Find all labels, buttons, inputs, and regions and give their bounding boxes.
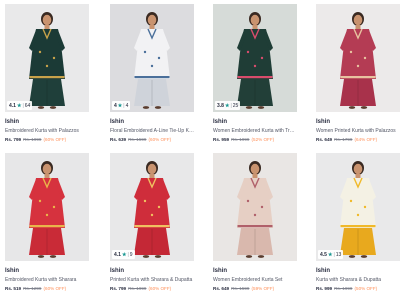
product-image[interactable]: [213, 4, 297, 112]
product-mrp: Rs. 1999: [128, 286, 147, 291]
product-image[interactable]: [213, 153, 297, 261]
product-price: Rs. 649: [316, 137, 333, 142]
rating-badge: 4 ★ | 4: [112, 101, 131, 110]
star-icon: ★: [16, 102, 22, 109]
star-icon: ★: [224, 102, 230, 109]
product-mrp: Rs. 1599: [231, 286, 250, 291]
product-price-row: Rs. 519 Rs. 1299 (60% OFF): [5, 286, 66, 291]
product-mrp: Rs. 1999: [231, 137, 250, 142]
product-price-row: Rs. 799 Rs. 1999 (60% OFF): [110, 286, 171, 291]
product-image-art: [5, 4, 89, 112]
product-image[interactable]: [316, 153, 400, 261]
rating-value: 4.5: [320, 251, 327, 258]
rating-separator: |: [127, 251, 129, 258]
star-icon: ★: [327, 251, 333, 258]
rating-badge: 4.5 ★ | 13: [318, 250, 344, 259]
product-name: Embroidered Kurta with Palazzos: [5, 128, 79, 134]
product-mrp: Rs. 1999: [334, 286, 353, 291]
product-brand: Ishin: [110, 119, 125, 125]
product-image-art: [110, 153, 194, 261]
rating-badge: 4.1 ★ | 9: [112, 250, 135, 259]
product-image-art: [316, 153, 400, 261]
product-card[interactable]: Ishin Embroidered Kurta with Sharara Rs. 5…: [5, 153, 89, 293]
product-card[interactable]: 4.5 ★ | 13 Ishin Kurta with Sharara & Dupatta…: [316, 153, 400, 293]
rating-separator: |: [123, 102, 125, 109]
product-price-row: Rs. 639 Rs. 1599 (60% OFF): [110, 137, 171, 142]
product-card[interactable]: 4.1 ★ | 9 Ishin Printed Kurta with Sharara & …: [110, 153, 194, 293]
product-discount: (52% OFF): [251, 137, 275, 142]
product-price: Rs. 959: [213, 137, 230, 142]
rating-badge: 4.1 ★ | 64: [7, 101, 33, 110]
rating-value: 4.1: [9, 102, 16, 109]
product-name: Printed Kurta with Sharara & Dupatta: [110, 277, 193, 283]
rating-value: 3.8: [217, 102, 224, 109]
rating-count: 13: [335, 251, 342, 258]
product-card[interactable]: Ishin Women Printed Kurta with Palazzos Rs…: [316, 4, 400, 144]
rating-value: 4: [114, 102, 117, 109]
product-brand: Ishin: [110, 268, 125, 274]
product-price: Rs. 519: [5, 286, 22, 291]
product-mrp: Rs. 1299: [23, 286, 42, 291]
product-discount: (60% OFF): [148, 137, 172, 142]
product-name: Women Embroidered Kurta with Trousers: [213, 128, 297, 134]
product-image-art: [213, 4, 297, 112]
product-price: Rs. 799: [5, 137, 22, 142]
rating-separator: |: [333, 251, 335, 258]
product-discount: (64% OFF): [354, 137, 378, 142]
product-price: Rs. 639: [110, 137, 127, 142]
product-price: Rs. 999: [316, 286, 333, 291]
product-name: Women Printed Kurta with Palazzos: [316, 128, 396, 134]
product-price: Rs. 649: [213, 286, 230, 291]
product-image-art: [316, 4, 400, 112]
product-card[interactable]: 4 ★ | 4 Ishin Floral Embroidered A-Line Tie-U…: [110, 4, 194, 144]
product-brand: Ishin: [5, 268, 20, 274]
product-price-row: Rs. 999 Rs. 1999 (50% OFF): [316, 286, 377, 291]
product-card[interactable]: Ishin Women Embroidered Kurta Set Rs. 649 R…: [213, 153, 297, 293]
product-mrp: Rs. 1799: [334, 137, 353, 142]
product-name: Embroidered Kurta with Sharara: [5, 277, 77, 283]
product-image[interactable]: [110, 153, 194, 261]
product-price-row: Rs. 799 Rs. 1999 (60% OFF): [5, 137, 66, 142]
product-discount: (60% OFF): [148, 286, 172, 291]
product-brand: Ishin: [213, 119, 228, 125]
product-discount: (60% OFF): [43, 286, 67, 291]
rating-separator: |: [22, 102, 24, 109]
product-price-row: Rs. 649 Rs. 1799 (64% OFF): [316, 137, 377, 142]
rating-count: 25: [232, 102, 239, 109]
product-card[interactable]: 4.1 ★ | 64 Ishin Embroidered Kurta with Palaz…: [5, 4, 89, 144]
product-mrp: Rs. 1599: [128, 137, 147, 142]
product-image[interactable]: [5, 153, 89, 261]
rating-count: 64: [24, 102, 31, 109]
product-image-art: [213, 153, 297, 261]
product-price-row: Rs. 959 Rs. 1999 (52% OFF): [213, 137, 274, 142]
rating-badge: 3.8 ★ | 25: [215, 101, 241, 110]
product-grid: 4.1 ★ | 64 Ishin Embroidered Kurta with Palaz…: [0, 0, 400, 296]
product-name: Floral Embroidered A-Line Tie-Up Kurta: [110, 128, 194, 134]
product-mrp: Rs. 1999: [23, 137, 42, 142]
product-name: Kurta with Sharara & Dupatta: [316, 277, 382, 283]
product-image-art: [110, 4, 194, 112]
product-image[interactable]: [5, 4, 89, 112]
rating-value: 4.1: [114, 251, 121, 258]
product-discount: (50% OFF): [354, 286, 378, 291]
rating-count: 9: [129, 251, 133, 258]
product-discount: (60% OFF): [43, 137, 67, 142]
product-price: Rs. 799: [110, 286, 127, 291]
product-discount: (59% OFF): [251, 286, 275, 291]
product-brand: Ishin: [5, 119, 20, 125]
product-brand: Ishin: [316, 268, 331, 274]
product-name: Women Embroidered Kurta Set: [213, 277, 283, 283]
rating-separator: |: [230, 102, 232, 109]
star-icon: ★: [121, 251, 127, 258]
product-card[interactable]: 3.8 ★ | 25 Ishin Women Embroidered Kurta with…: [213, 4, 297, 144]
product-brand: Ishin: [316, 119, 331, 125]
product-brand: Ishin: [213, 268, 228, 274]
product-price-row: Rs. 649 Rs. 1599 (59% OFF): [213, 286, 274, 291]
star-icon: ★: [117, 102, 123, 109]
product-image[interactable]: [110, 4, 194, 112]
rating-count: 4: [125, 102, 129, 109]
product-image[interactable]: [316, 4, 400, 112]
product-image-art: [5, 153, 89, 261]
